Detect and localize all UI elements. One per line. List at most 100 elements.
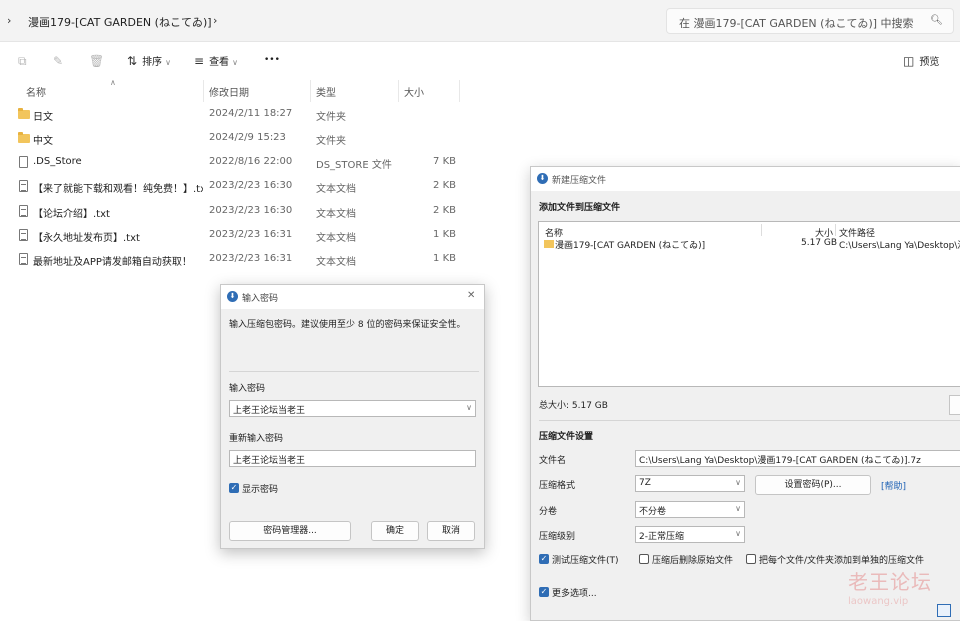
file-date: 2023/2/23 16:30: [209, 180, 293, 191]
app-logo-icon: ⬇: [227, 291, 238, 302]
breadcrumb-chevron-icon[interactable]: ›: [213, 14, 217, 27]
file-row[interactable]: 【来了就能下载和观看！纯免费！】.txt 2023/2/23 16:30 文本文…: [0, 175, 520, 199]
column-divider[interactable]: [459, 80, 460, 102]
file-name: .DS_Store: [33, 156, 82, 167]
filename-input[interactable]: C:\Users\Lang Ya\Desktop\漫画179-[CAT GARD…: [635, 450, 960, 467]
section-heading: 压缩文件设置: [539, 432, 594, 442]
preview-button[interactable]: ◫ 预览: [903, 53, 939, 68]
chevron-right-icon[interactable]: ›: [7, 14, 11, 27]
password-value: 上老王论坛当老王: [233, 406, 306, 416]
delete-after-label: 压缩后删除原始文件: [652, 556, 734, 566]
delete-icon[interactable]: 🗑︎: [89, 54, 104, 68]
file-type: 文本文档: [316, 209, 356, 220]
password-dialog: ⬇ 输入密码 ✕ 输入压缩包密码。建议使用至少 8 位的密码来保证安全性。 输入…: [220, 284, 485, 549]
column-divider[interactable]: [398, 80, 399, 102]
repeat-password-value: 上老王论坛当老王: [233, 456, 306, 466]
format-select[interactable]: 7Z ∨: [635, 475, 745, 492]
sort-button[interactable]: ⇅ 排序 ∨: [127, 53, 171, 68]
column-divider[interactable]: [835, 224, 836, 236]
file-size: 1 KB: [433, 229, 456, 240]
file-type: 文本文档: [316, 184, 356, 195]
test-archive-checkbox[interactable]: ✓: [539, 554, 549, 564]
dialog-titlebar[interactable]: ⬇ 新建压缩文件: [531, 167, 960, 191]
view-icon: ≡: [194, 54, 205, 68]
watermark: 老王论坛: [848, 570, 932, 594]
column-divider[interactable]: [761, 224, 762, 236]
column-divider[interactable]: [310, 80, 311, 102]
file-size: 1 KB: [433, 253, 456, 264]
separate-archives-checkbox[interactable]: [746, 554, 756, 564]
search-icon[interactable]: 🔍︎: [930, 15, 943, 26]
breadcrumb-current-folder[interactable]: 漫画179-[CAT GARDEN (ねこてゐ)]: [28, 14, 212, 30]
split-value: 不分卷: [639, 507, 667, 517]
preview-label: 预览: [919, 57, 940, 68]
more-options-button[interactable]: •••: [264, 55, 280, 65]
column-header-type[interactable]: 类型: [316, 84, 336, 99]
file-type: DS_STORE 文件: [316, 160, 392, 171]
level-value: 2-正常压缩: [639, 532, 684, 542]
text-file-icon: [19, 229, 28, 241]
preview-pane-icon: ◫: [903, 54, 915, 68]
rename-icon[interactable]: ✎: [53, 54, 63, 68]
dialog-title: 新建压缩文件: [552, 176, 607, 186]
file-row[interactable]: 中文 2024/2/9 15:23 文件夹: [0, 127, 520, 151]
file-icon: [19, 156, 28, 168]
chevron-down-icon[interactable]: ∨: [466, 403, 472, 412]
file-row[interactable]: 日文 2024/2/11 18:27 文件夹: [0, 103, 520, 127]
split-select[interactable]: 不分卷 ∨: [635, 501, 745, 518]
chevron-down-icon: ∨: [165, 58, 171, 67]
more-options-checkbox[interactable]: ✓: [539, 587, 549, 597]
column-header-size[interactable]: 大小: [404, 84, 424, 99]
file-row[interactable]: .DS_Store 2022/8/16 22:00 DS_STORE 文件 7 …: [0, 151, 520, 175]
more-options-label: 更多选项...: [552, 589, 597, 599]
file-list-box[interactable]: 名称 大小 文件路径 漫画179-[CAT GARDEN (ねこてゐ)] 5.1…: [538, 221, 960, 387]
list-item-name[interactable]: 漫画179-[CAT GARDEN (ねこてゐ)]: [555, 238, 705, 251]
password-label: 输入密码: [229, 384, 266, 394]
folder-icon: [18, 132, 30, 143]
file-name: 【永久地址发布页】.txt: [33, 233, 140, 244]
password-manager-button[interactable]: 密码管理器...: [229, 521, 351, 541]
file-row[interactable]: 【永久地址发布页】.txt 2023/2/23 16:31 文本文档 1 KB: [0, 224, 520, 248]
file-date: 2022/8/16 22:00: [209, 156, 293, 167]
repeat-password-input[interactable]: 上老王论坛当老王: [229, 450, 476, 467]
divider: [229, 371, 479, 372]
show-password-label: 显示密码: [242, 485, 279, 495]
list-item-size: 5.17 GB: [801, 238, 838, 248]
split-label: 分卷: [539, 507, 558, 517]
file-size: 7 KB: [433, 156, 456, 167]
column-header-date[interactable]: 修改日期: [209, 84, 249, 99]
separate-archives-label: 把每个文件/文件夹添加到单独的压缩文件: [759, 556, 925, 566]
view-label: 查看: [209, 57, 230, 68]
file-name: 最新地址及APP请发邮箱自动获取！: [33, 257, 192, 268]
view-button[interactable]: ≡ 查看 ∨: [194, 53, 238, 68]
cancel-button[interactable]: 取消: [427, 521, 475, 541]
file-row[interactable]: 【论坛介绍】.txt 2023/2/23 16:30 文本文档 2 KB: [0, 200, 520, 224]
share-icon[interactable]: ⧉: [18, 54, 27, 69]
level-select[interactable]: 2-正常压缩 ∨: [635, 526, 745, 543]
dialog-titlebar[interactable]: ⬇ 输入密码 ✕: [221, 285, 484, 309]
file-name: 日文: [33, 112, 53, 123]
close-icon[interactable]: ✕: [467, 290, 475, 301]
help-link[interactable]: [帮助]: [881, 479, 906, 492]
file-row[interactable]: 最新地址及APP请发邮箱自动获取！ 2023/2/23 16:31 文本文档 1…: [0, 248, 520, 272]
search-input[interactable]: 在 漫画179-[CAT GARDEN (ねこてゐ)] 中搜索 🔍︎: [666, 8, 954, 34]
folder-icon: [544, 240, 554, 248]
chevron-down-icon: ∨: [735, 529, 741, 538]
ok-button[interactable]: 确定: [371, 521, 419, 541]
show-password-checkbox[interactable]: ✓: [229, 483, 239, 493]
password-input[interactable]: 上老王论坛当老王 ∨: [229, 400, 476, 417]
sort-label: 排序: [142, 57, 163, 68]
chevron-down-icon: ∨: [735, 504, 741, 513]
file-type: 文本文档: [316, 233, 356, 244]
file-name: 【来了就能下载和观看！纯免费！】.txt: [33, 184, 203, 195]
filename-label: 文件名: [539, 456, 567, 466]
column-header-name[interactable]: 名称: [26, 84, 46, 99]
column-divider[interactable]: [203, 80, 204, 102]
side-button[interactable]: [949, 395, 960, 415]
delete-after-checkbox[interactable]: [639, 554, 649, 564]
command-bar: ⧉ ✎ 🗑︎ ⇅ 排序 ∨ ≡ 查看 ∨ ••• ◫ 预览: [0, 42, 960, 80]
chevron-down-icon: ∨: [735, 478, 741, 487]
set-password-button[interactable]: 设置密码(P)...: [755, 475, 871, 495]
layout-icon[interactable]: [937, 604, 951, 617]
file-date: 2023/2/23 16:30: [209, 205, 293, 216]
